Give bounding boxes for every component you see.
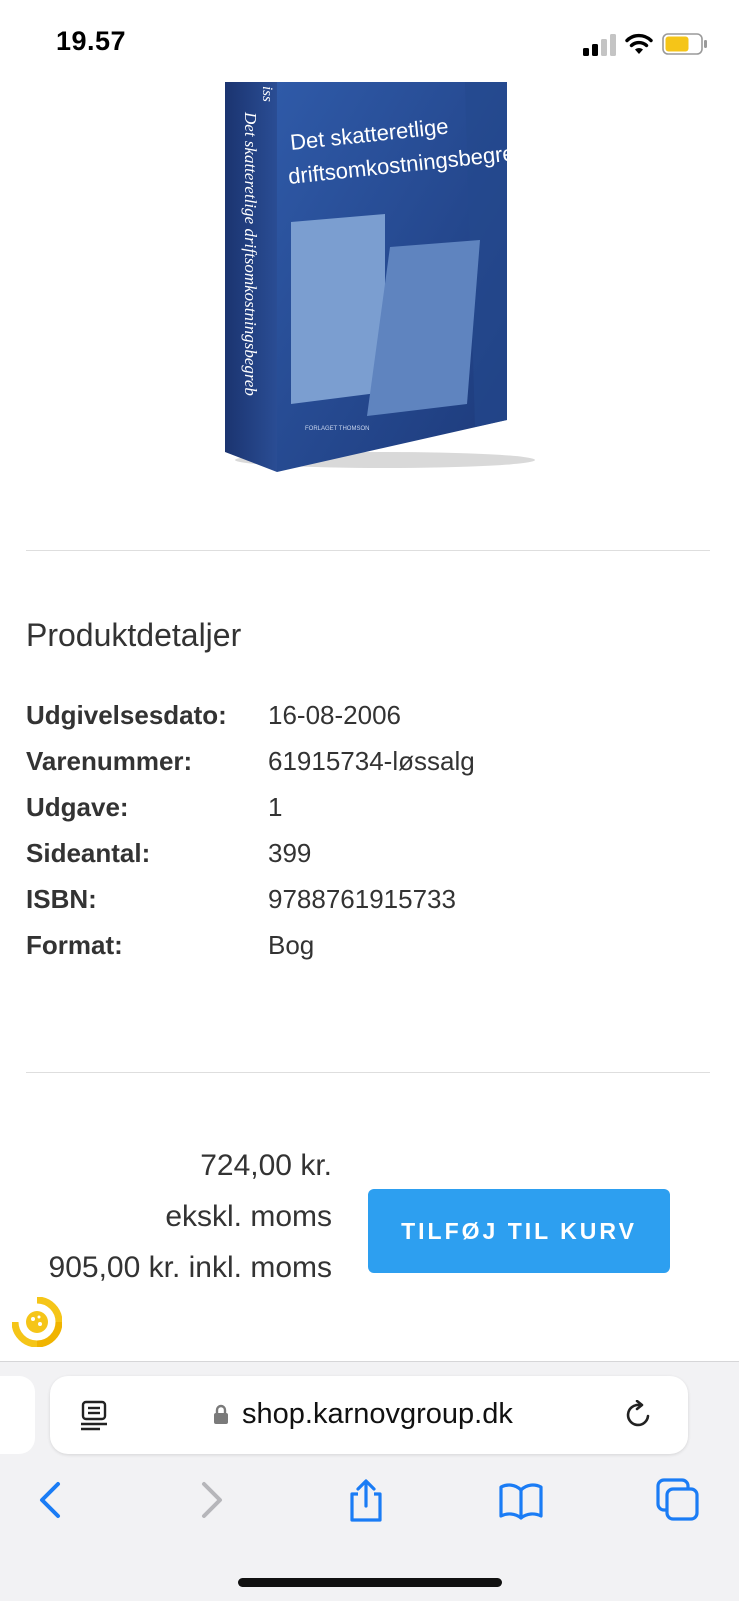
detail-row-edition: Udgave: 1 <box>26 792 706 838</box>
detail-label: Sideantal: <box>26 838 151 868</box>
status-bar: 19.57 <box>0 0 739 86</box>
url-text[interactable]: shop.karnovgroup.dk <box>242 1398 513 1431</box>
detail-row-format: Format: Bog <box>26 930 706 976</box>
divider-bottom <box>26 1072 710 1073</box>
tabs-icon[interactable] <box>656 1478 700 1522</box>
add-to-cart-button[interactable]: TILFØJ TIL KURV <box>368 1189 670 1273</box>
price-block: 724,00 kr. ekskl. moms 905,00 kr. inkl. … <box>20 1140 332 1293</box>
detail-label: Format: <box>26 930 123 960</box>
detail-value: 61915734-løssalg <box>268 746 475 776</box>
divider-top <box>26 550 710 551</box>
address-bar[interactable]: shop.karnovgroup.dk <box>50 1376 688 1454</box>
book-spine-author: iss <box>259 86 275 102</box>
battery-icon <box>662 33 707 55</box>
detail-label: Udgivelsesdato: <box>26 700 227 730</box>
home-indicator <box>238 1578 502 1587</box>
lock-icon <box>214 1404 228 1424</box>
detail-value: 9788761915733 <box>268 884 456 914</box>
back-icon[interactable] <box>30 1478 74 1522</box>
detail-value: Bog <box>268 930 315 960</box>
detail-row-release-date: Udgivelsesdato: 16-08-2006 <box>26 700 706 746</box>
detail-label: Varenummer: <box>26 746 193 776</box>
product-details-list: Udgivelsesdato: 16-08-2006 Varenummer: 6… <box>26 700 706 976</box>
detail-value: 16-08-2006 <box>268 700 401 730</box>
book-spine-title: Det skatteretlige driftsomkostningsbegre… <box>241 111 260 396</box>
book-cover-image: Det skatteretlige driftsomkostningsbegre… <box>225 82 535 472</box>
reload-icon[interactable] <box>624 1400 654 1430</box>
status-time: 19.57 <box>56 26 127 56</box>
price-excl-amount: 724,00 kr. <box>200 1149 332 1182</box>
bookmarks-icon[interactable] <box>499 1478 543 1522</box>
detail-label: Udgave: <box>26 792 129 822</box>
detail-row-page-count: Sideantal: 399 <box>26 838 706 884</box>
previous-tab-preview[interactable] <box>0 1376 35 1454</box>
detail-value: 399 <box>268 838 312 868</box>
detail-row-item-number: Varenummer: 61915734-løssalg <box>26 746 706 792</box>
price-excl-label: ekskl. moms <box>165 1200 332 1233</box>
cellular-signal-icon <box>583 34 616 56</box>
price-incl: 905,00 kr. inkl. moms <box>48 1251 332 1284</box>
product-details-title: Produktdetaljer <box>26 617 242 653</box>
share-icon[interactable] <box>344 1478 388 1522</box>
detail-row-isbn: ISBN: 9788761915733 <box>26 884 706 930</box>
detail-value: 1 <box>268 792 283 822</box>
reader-icon[interactable] <box>80 1400 108 1432</box>
detail-label: ISBN: <box>26 884 97 914</box>
cookie-consent-icon[interactable] <box>12 1297 62 1347</box>
book-publisher: FORLAGET THOMSON <box>305 426 369 432</box>
wifi-icon <box>625 33 653 54</box>
forward-icon[interactable] <box>188 1478 232 1522</box>
